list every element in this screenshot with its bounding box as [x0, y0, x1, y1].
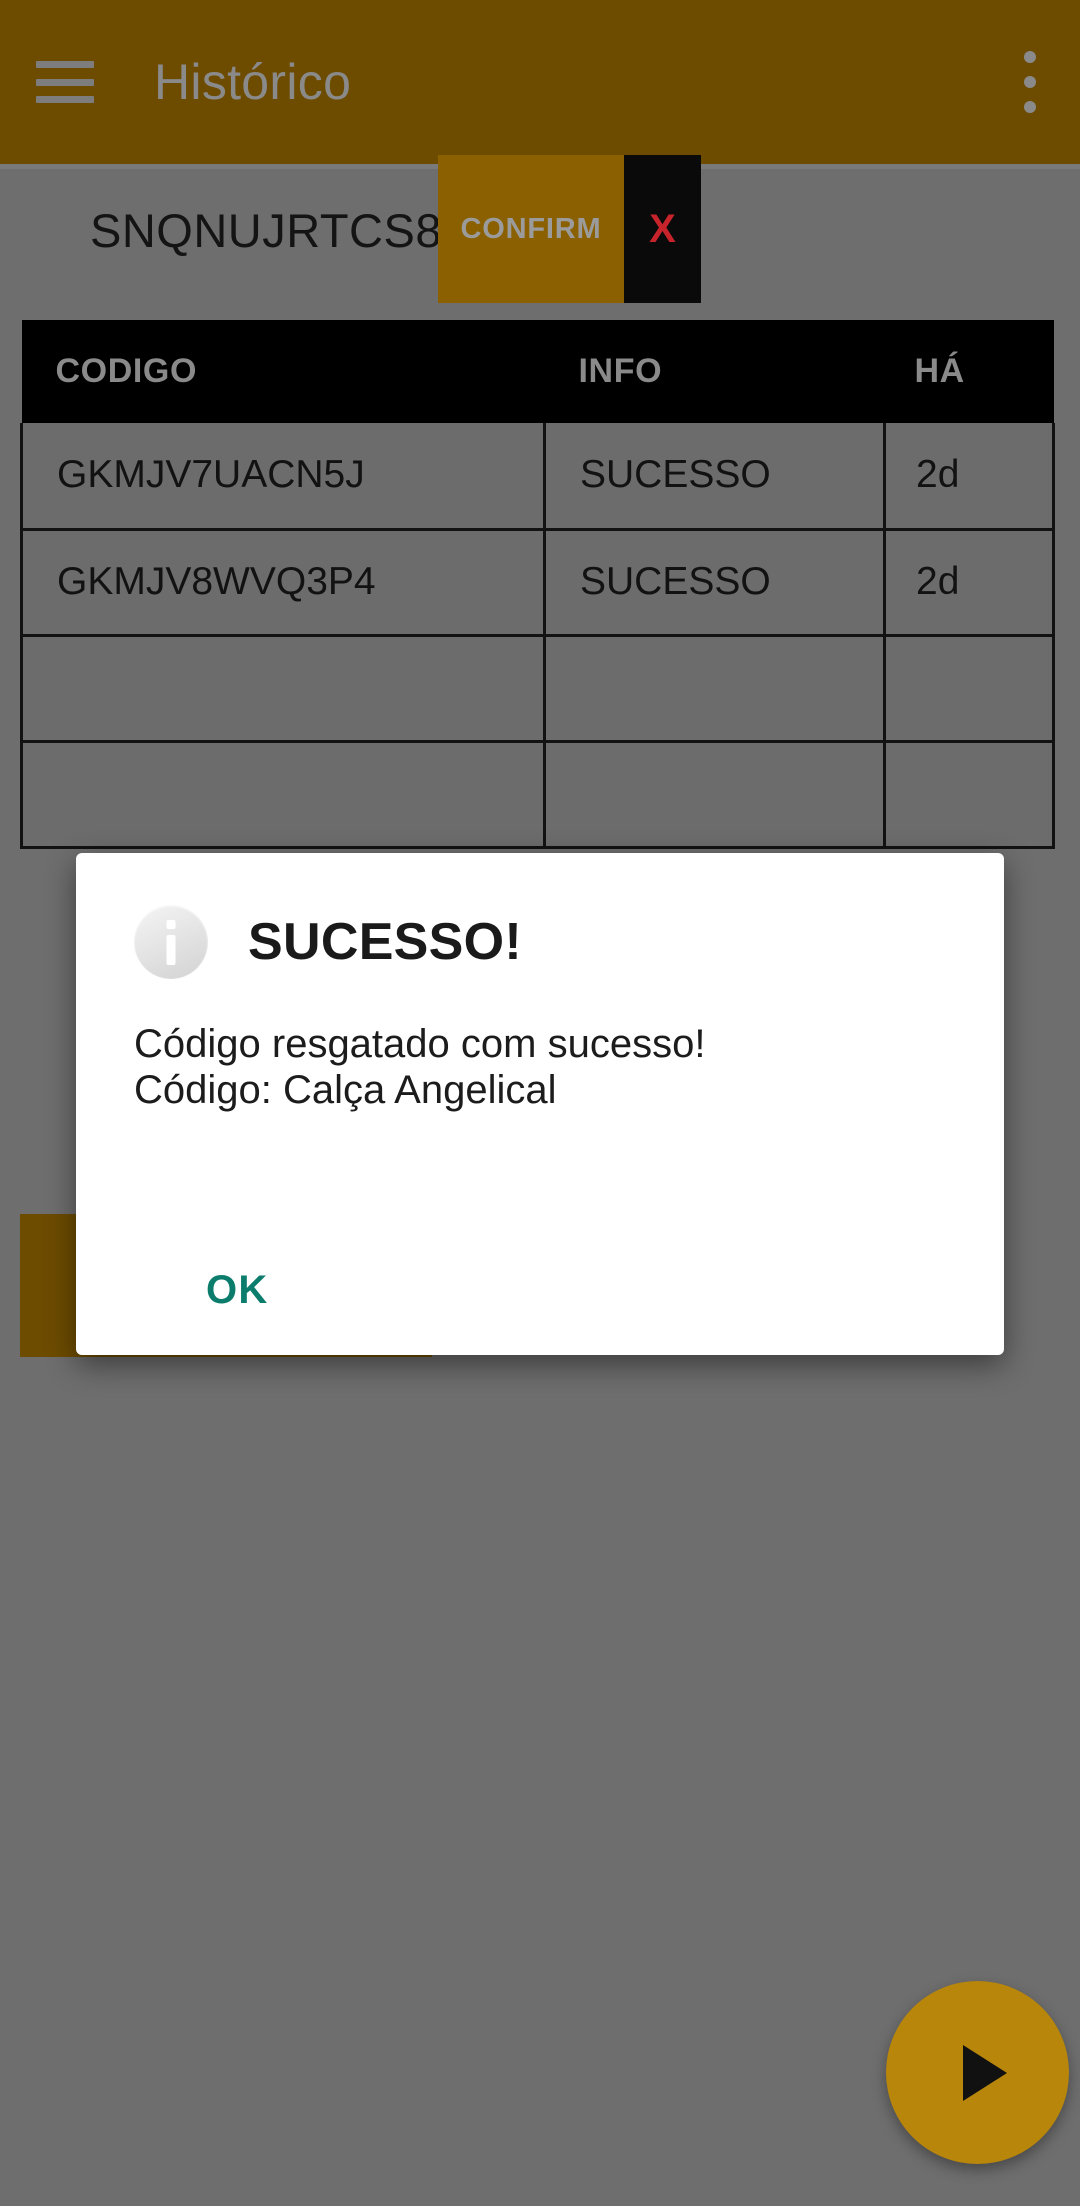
cancel-button[interactable]: X — [624, 155, 701, 303]
confirm-button-label: CONFIRM — [460, 212, 602, 245]
overflow-dot — [1024, 101, 1036, 113]
overflow-dot — [1024, 51, 1036, 63]
dialog-actions: OK — [76, 1225, 1004, 1355]
cell-ha: 2d — [884, 423, 1055, 531]
cell-info: SUCESSO — [544, 529, 886, 637]
table-row[interactable] — [20, 741, 1055, 849]
current-code-value: SNQNUJRTCS82 — [90, 204, 469, 257]
play-fab-button[interactable] — [886, 1981, 1069, 2164]
app-screen: Histórico SNQNUJRTCS82 CONFIRM X CODIGO … — [0, 0, 1080, 2206]
success-dialog: SUCESSO! Código resgatado com sucesso! C… — [76, 853, 1004, 1355]
confirm-button[interactable]: CONFIRM — [438, 155, 624, 303]
cell-info — [544, 635, 886, 743]
table-body: GKMJV7UACN5J SUCESSO 2d GKMJV8WVQ3P4 SUC… — [20, 423, 1055, 849]
page-title: Histórico — [154, 54, 352, 110]
table-row[interactable] — [20, 635, 1055, 743]
dialog-header: SUCESSO! — [76, 853, 1004, 979]
hamburger-menu-icon[interactable] — [36, 61, 94, 103]
cancel-button-label: X — [649, 206, 676, 251]
cell-ha — [884, 635, 1055, 743]
code-entry-row: SNQNUJRTCS82 CONFIRM X — [0, 155, 1080, 320]
cell-codigo — [20, 741, 546, 849]
play-triangle-icon — [962, 2044, 1007, 2101]
dialog-message-line-1: Código resgatado com sucesso! — [134, 1022, 706, 1066]
table-row[interactable]: GKMJV7UACN5J SUCESSO 2d — [20, 423, 1055, 531]
cell-codigo: GKMJV8WVQ3P4 — [20, 529, 546, 637]
hamburger-line — [36, 78, 94, 86]
overflow-dot — [1024, 76, 1036, 88]
dialog-title: SUCESSO! — [248, 913, 523, 971]
history-table: CODIGO INFO HÁ GKMJV7UACN5J SUCESSO 2d G… — [20, 320, 1055, 849]
more-vertical-icon[interactable] — [1024, 51, 1036, 113]
hamburger-line — [36, 96, 94, 103]
app-bar: Histórico — [0, 0, 1080, 164]
table-row[interactable]: GKMJV8WVQ3P4 SUCESSO 2d — [20, 529, 1055, 637]
info-circle-icon — [134, 905, 208, 979]
cell-info: SUCESSO — [544, 423, 886, 531]
cell-codigo: GKMJV7UACN5J — [20, 423, 546, 531]
hamburger-line — [36, 61, 94, 68]
dialog-message-line-2: Código: Calça Angelical — [134, 1068, 557, 1113]
cell-ha: 2d — [884, 529, 1055, 637]
dialog-message: Código resgatado com sucesso! Código: Ca… — [76, 979, 1004, 1114]
column-header-codigo[interactable]: CODIGO — [21, 320, 545, 423]
column-header-info[interactable]: INFO — [544, 320, 885, 423]
table-header-row: CODIGO INFO HÁ — [21, 320, 1054, 423]
ok-button[interactable]: OK — [206, 1268, 268, 1313]
cell-ha — [884, 741, 1055, 849]
cell-codigo — [20, 635, 546, 743]
cell-info — [544, 741, 886, 849]
table-header: CODIGO INFO HÁ — [21, 320, 1054, 423]
column-header-ha[interactable]: HÁ — [884, 320, 1054, 423]
